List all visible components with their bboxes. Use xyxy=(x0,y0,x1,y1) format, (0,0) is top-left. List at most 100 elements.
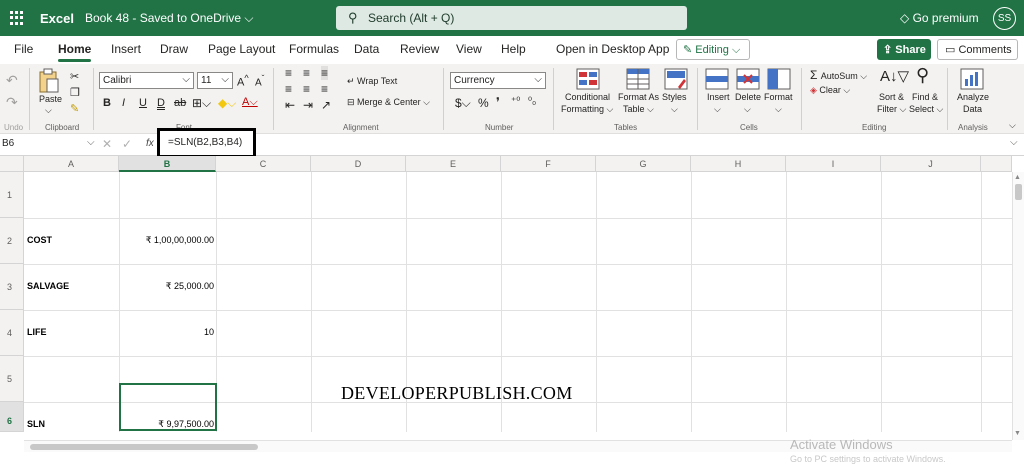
increase-indent-icon[interactable]: ⇥ xyxy=(303,98,313,112)
cancel-icon[interactable]: ✕ xyxy=(102,137,112,151)
tab-home[interactable]: Home xyxy=(58,42,92,62)
cell-styles-icon[interactable] xyxy=(664,67,688,91)
merge-center-button[interactable]: ⊟ Merge & Center ⌵ xyxy=(347,97,430,108)
delete-cells-icon[interactable] xyxy=(736,67,760,91)
find-select-button[interactable]: Find & xyxy=(912,92,938,102)
check-icon[interactable]: ✓ xyxy=(122,137,132,151)
format-painter-icon[interactable]: ✎ xyxy=(70,102,79,115)
document-title[interactable]: Book 48 - Saved to OneDrive ⌵ xyxy=(85,11,254,26)
name-box[interactable]: B6 xyxy=(2,138,92,149)
cut-icon[interactable]: ✂ xyxy=(70,70,79,83)
double-underline-icon[interactable]: D xyxy=(157,97,165,109)
autosum-button[interactable]: Σ AutoSum ⌵ xyxy=(810,68,867,82)
italic-icon[interactable]: I xyxy=(122,97,125,109)
font-color-icon[interactable]: A⌵ xyxy=(242,96,258,109)
delete-cells-button[interactable]: Delete xyxy=(735,92,761,102)
cell-a6[interactable]: SLN xyxy=(27,419,45,429)
open-desktop-app-link[interactable]: Open in Desktop App xyxy=(556,42,669,56)
cell-b2[interactable]: ₹ 1,00,00,000.00 xyxy=(120,235,214,246)
currency-icon[interactable]: $⌵ xyxy=(455,96,471,111)
scrollbar-thumb[interactable] xyxy=(30,444,258,450)
cell-b3[interactable]: ₹ 25,000.00 xyxy=(120,281,214,292)
scroll-up-icon[interactable]: ▲ xyxy=(1014,174,1021,181)
chevron-down-icon[interactable]: ⌵ xyxy=(744,104,751,115)
tab-help[interactable]: Help xyxy=(501,42,526,56)
align-bottom-icon[interactable]: ≡ xyxy=(321,66,329,80)
scroll-down-icon[interactable]: ▼ xyxy=(1014,430,1021,437)
formula-input[interactable]: =SLN(B2,B3,B4) xyxy=(157,128,256,158)
conditional-formatting-icon[interactable] xyxy=(576,67,600,91)
align-top-icon[interactable]: ≡ xyxy=(285,66,292,80)
sort-filter-button[interactable]: Sort & xyxy=(879,92,904,102)
vertical-scrollbar[interactable] xyxy=(1012,172,1024,440)
increase-font-icon[interactable]: A^ xyxy=(237,73,249,89)
fill-color-icon[interactable]: ◆⌵ xyxy=(218,96,236,111)
conditional-formatting-button[interactable]: Conditional xyxy=(565,92,610,102)
redo-icon[interactable]: ↷ xyxy=(6,94,18,111)
align-center-icon[interactable]: ≡ xyxy=(303,82,310,96)
app-launcher-icon[interactable] xyxy=(10,11,24,25)
row-header[interactable]: 3 xyxy=(0,264,24,310)
bold-icon[interactable]: B xyxy=(103,97,111,109)
chevron-down-icon[interactable]: ⌵ xyxy=(671,104,678,115)
cell-b4[interactable]: 10 xyxy=(120,327,214,337)
clear-button[interactable]: ◈ Clear ⌵ xyxy=(810,85,850,96)
undo-icon[interactable]: ↶ xyxy=(6,72,18,89)
format-cells-icon[interactable] xyxy=(767,67,791,91)
chevron-down-icon[interactable]: ⌵ xyxy=(1010,137,1018,148)
column-header[interactable]: E xyxy=(406,156,501,172)
tab-page-layout[interactable]: Page Layout xyxy=(208,42,275,56)
insert-cells-icon[interactable] xyxy=(705,67,729,91)
borders-icon[interactable]: ⊞⌵ xyxy=(192,96,211,111)
format-cells-button[interactable]: Format xyxy=(764,92,793,102)
strikethrough-icon[interactable]: ab xyxy=(174,97,186,109)
cell-a3[interactable]: SALVAGE xyxy=(27,281,69,291)
row-header[interactable]: 1 xyxy=(0,172,24,218)
increase-decimal-icon[interactable]: ⁺⁰ xyxy=(511,96,520,107)
comments-button[interactable]: ▭ Comments xyxy=(937,39,1018,60)
align-right-icon[interactable]: ≡ xyxy=(321,82,328,96)
comma-style-icon[interactable]: ❜ xyxy=(496,95,500,109)
number-format-select[interactable]: Currency ⌵ xyxy=(450,72,546,89)
sort-filter-icon[interactable]: A↓▽ xyxy=(880,67,909,85)
fx-icon[interactable]: fx xyxy=(146,138,154,149)
cell-a4[interactable]: LIFE xyxy=(27,327,47,337)
tab-file[interactable]: File xyxy=(14,42,33,56)
decrease-font-icon[interactable]: Aˇ xyxy=(255,73,264,88)
copy-icon[interactable]: ❐ xyxy=(70,86,80,99)
go-premium-link[interactable]: ◇ Go premium xyxy=(900,11,979,25)
column-header[interactable]: G xyxy=(596,156,691,172)
chevron-down-icon[interactable]: ⌵ xyxy=(87,137,95,148)
column-header[interactable] xyxy=(981,156,1012,172)
tab-review[interactable]: Review xyxy=(400,42,439,56)
tab-view[interactable]: View xyxy=(456,42,482,56)
editing-mode-button[interactable]: ✎ Editing ⌵ xyxy=(676,39,750,60)
align-middle-icon[interactable]: ≡ xyxy=(303,66,310,80)
avatar[interactable]: SS xyxy=(993,7,1016,30)
row-header[interactable]: 4 xyxy=(0,310,24,356)
column-header[interactable]: F xyxy=(501,156,596,172)
percent-icon[interactable]: % xyxy=(478,96,489,110)
column-header[interactable]: J xyxy=(881,156,981,172)
chevron-down-icon[interactable]: ⌵ xyxy=(45,105,52,116)
row-header[interactable]: 6 xyxy=(0,402,24,432)
tab-draw[interactable]: Draw xyxy=(160,42,188,56)
share-button[interactable]: ⇪ Share xyxy=(877,39,931,60)
selected-cell-border[interactable] xyxy=(119,383,217,431)
find-icon[interactable]: ⚲ xyxy=(916,65,929,86)
wrap-text-button[interactable]: ↵ Wrap Text xyxy=(347,76,397,87)
decrease-indent-icon[interactable]: ⇤ xyxy=(285,98,295,112)
align-left-icon[interactable]: ≡ xyxy=(285,82,292,96)
cell-a2[interactable]: COST xyxy=(27,235,52,245)
tab-data[interactable]: Data xyxy=(354,42,379,56)
chevron-down-icon[interactable]: ⌵ xyxy=(714,104,721,115)
tab-formulas[interactable]: Formulas xyxy=(289,42,339,56)
format-as-table-button[interactable]: Format As xyxy=(618,92,659,102)
format-as-table-icon[interactable] xyxy=(626,67,650,91)
column-header[interactable]: D xyxy=(311,156,406,172)
orientation-icon[interactable]: ↗ xyxy=(321,98,331,112)
paste-icon[interactable] xyxy=(38,68,60,94)
search-input[interactable]: Search (Alt + Q) xyxy=(368,11,454,25)
row-header[interactable]: 5 xyxy=(0,356,24,402)
analyze-data-button[interactable]: Analyze xyxy=(957,92,989,102)
